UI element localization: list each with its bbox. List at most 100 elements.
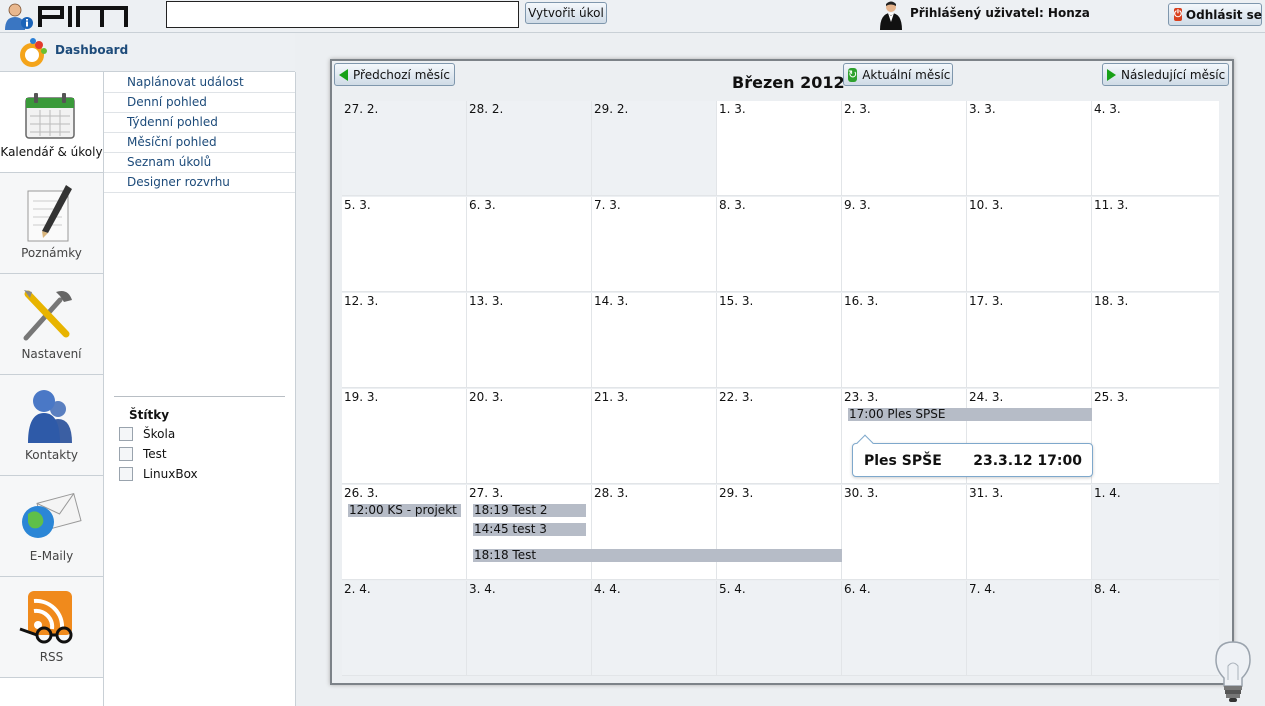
calendar-day-cell[interactable]: 31. 3. — [967, 485, 1092, 580]
submenu-schedule-designer[interactable]: Designer rozvrhu — [104, 173, 295, 193]
calendar-day-cell[interactable]: 14. 3. — [592, 293, 717, 388]
calendar-day-cell[interactable]: 8. 4. — [1092, 581, 1219, 676]
previous-month-button[interactable]: Předchozí měsíc — [334, 63, 455, 86]
calendar-day-cell[interactable]: 28. 2. — [467, 101, 592, 196]
calendar-day-cell[interactable]: 25. 3. — [1092, 389, 1219, 484]
tag-item[interactable]: Škola — [119, 427, 175, 441]
calendar-day-cell[interactable]: 11. 3. — [1092, 197, 1219, 292]
calendar-day-cell[interactable]: 12. 3. — [342, 293, 467, 388]
day-number: 23. 3. — [844, 390, 879, 404]
calendar-event[interactable]: 18:18 Test — [473, 549, 842, 562]
calendar-day-cell[interactable]: 17. 3. — [967, 293, 1092, 388]
calendar-event[interactable]: 12:00 KS - projekt — [348, 504, 461, 517]
day-number: 25. 3. — [1094, 390, 1129, 404]
previous-month-label: Předchozí měsíc — [353, 67, 450, 82]
module-contacts[interactable]: Kontakty — [0, 375, 103, 476]
module-rss[interactable]: RSS — [0, 577, 103, 678]
search-input[interactable] — [166, 1, 519, 28]
calendar-day-cell[interactable]: 7. 4. — [967, 581, 1092, 676]
logout-button[interactable]: ⏻ Odhlásit se — [1168, 3, 1262, 26]
day-number: 28. 2. — [469, 102, 504, 116]
calendar-day-cell[interactable]: 1. 4. — [1092, 485, 1219, 580]
day-number: 26. 3. — [344, 486, 379, 500]
tag-checkbox[interactable] — [119, 427, 133, 441]
submenu-task-list[interactable]: Seznam úkolů — [104, 153, 295, 173]
day-number: 5. 3. — [344, 198, 371, 212]
tag-checkbox[interactable] — [119, 467, 133, 481]
module-notes[interactable]: Poznámky — [0, 173, 103, 274]
day-number: 29. 2. — [594, 102, 629, 116]
user-avatar-icon — [876, 0, 906, 30]
calendar-day-cell[interactable]: 19. 3. — [342, 389, 467, 484]
tag-item[interactable]: Test — [119, 447, 167, 461]
module-sidebar: Kalendář & úkoly Poznámky Nastavení Kont… — [0, 72, 104, 706]
calendar-day-cell[interactable]: 8. 3. — [717, 197, 842, 292]
day-number: 2. 4. — [344, 582, 371, 596]
calendar-day-cell[interactable]: 18. 3. — [1092, 293, 1219, 388]
calendar-day-cell[interactable]: 5. 3. — [342, 197, 467, 292]
app-logo[interactable] — [2, 1, 130, 31]
calendar-day-cell[interactable]: 29. 3. — [717, 485, 842, 580]
calendar-event[interactable]: 14:45 test 3 — [473, 523, 586, 536]
calendar-grid: 27. 2. 28. 2. 29. 2. 1. 3. 2. 3. 3. 3. 4. 3. 5.… — [342, 101, 1222, 677]
day-number: 18. 3. — [1094, 294, 1129, 308]
calendar-day-cell[interactable]: 3. 3. — [967, 101, 1092, 196]
calendar-day-cell[interactable]: 7. 3. — [592, 197, 717, 292]
calendar-day-cell[interactable]: 4. 3. — [1092, 101, 1219, 196]
module-label: Kalendář & úkoly — [0, 145, 103, 159]
calendar-event[interactable]: 18:19 Test 2 — [473, 504, 586, 517]
calendar-day-cell[interactable]: 4. 4. — [592, 581, 717, 676]
day-number: 1. 4. — [1094, 486, 1121, 500]
tag-item[interactable]: LinuxBox — [119, 467, 198, 481]
calendar-day-cell[interactable]: 28. 3. — [592, 485, 717, 580]
submenu-month-view[interactable]: Měsíční pohled — [104, 133, 295, 153]
calendar-day-cell[interactable]: 3. 4. — [467, 581, 592, 676]
current-month-button[interactable]: ↻ Aktuální měsíc — [843, 63, 953, 86]
submenu-day-view[interactable]: Denní pohled — [104, 93, 295, 113]
calendar-day-cell[interactable]: 1. 3. — [717, 101, 842, 196]
tag-checkbox[interactable] — [119, 447, 133, 461]
calendar-day-cell[interactable]: 13. 3. — [467, 293, 592, 388]
create-task-button[interactable]: Vytvořit úkol — [525, 2, 607, 24]
day-number: 3. 3. — [969, 102, 996, 116]
day-number: 21. 3. — [594, 390, 629, 404]
calendar-day-cell[interactable]: 20. 3. — [467, 389, 592, 484]
day-number: 13. 3. — [469, 294, 504, 308]
day-number: 8. 4. — [1094, 582, 1121, 596]
dashboard-link[interactable]: Dashboard — [0, 33, 295, 72]
calendar-day-cell[interactable]: 27. 2. — [342, 101, 467, 196]
tags-divider — [114, 396, 285, 397]
next-month-button[interactable]: Následující měsíc — [1102, 63, 1229, 86]
calendar-day-cell[interactable]: 29. 2. — [592, 101, 717, 196]
day-number: 27. 3. — [469, 486, 504, 500]
day-number: 11. 3. — [1094, 198, 1129, 212]
next-month-label: Následující měsíc — [1121, 67, 1226, 82]
submenu-week-view[interactable]: Týdenní pohled — [104, 113, 295, 133]
module-emails[interactable]: E-Maily — [0, 476, 103, 577]
calendar-day-cell[interactable]: 16. 3. — [842, 293, 967, 388]
calendar-day-cell[interactable]: 6. 4. — [842, 581, 967, 676]
lightbulb-icon[interactable] — [1212, 640, 1254, 704]
calendar-day-cell[interactable]: 9. 3. — [842, 197, 967, 292]
calendar-icon — [25, 93, 75, 139]
calendar-day-cell[interactable]: 21. 3. — [592, 389, 717, 484]
day-number: 28. 3. — [594, 486, 629, 500]
day-number: 17. 3. — [969, 294, 1004, 308]
settings-icon — [23, 290, 72, 341]
calendar-day-cell[interactable]: 26. 3. — [342, 485, 467, 580]
calendar-day-cell[interactable]: 2. 4. — [342, 581, 467, 676]
module-settings[interactable]: Nastavení — [0, 274, 103, 375]
day-number: 31. 3. — [969, 486, 1004, 500]
calendar-day-cell[interactable]: 2. 3. — [842, 101, 967, 196]
calendar-event[interactable]: 17:00 Ples SPŠE — [848, 408, 1092, 421]
calendar-day-cell[interactable]: 30. 3. — [842, 485, 967, 580]
event-tooltip: Ples SPŠE 23.3.12 17:00 — [852, 434, 1093, 477]
module-calendar-tasks[interactable]: Kalendář & úkoly — [0, 72, 103, 173]
calendar-day-cell[interactable]: 5. 4. — [717, 581, 842, 676]
calendar-day-cell[interactable]: 6. 3. — [467, 197, 592, 292]
calendar-day-cell[interactable]: 15. 3. — [717, 293, 842, 388]
calendar-day-cell[interactable]: 22. 3. — [717, 389, 842, 484]
calendar-day-cell[interactable]: 10. 3. — [967, 197, 1092, 292]
day-number: 16. 3. — [844, 294, 879, 308]
submenu-schedule-event[interactable]: Naplánovat událost — [104, 73, 295, 93]
